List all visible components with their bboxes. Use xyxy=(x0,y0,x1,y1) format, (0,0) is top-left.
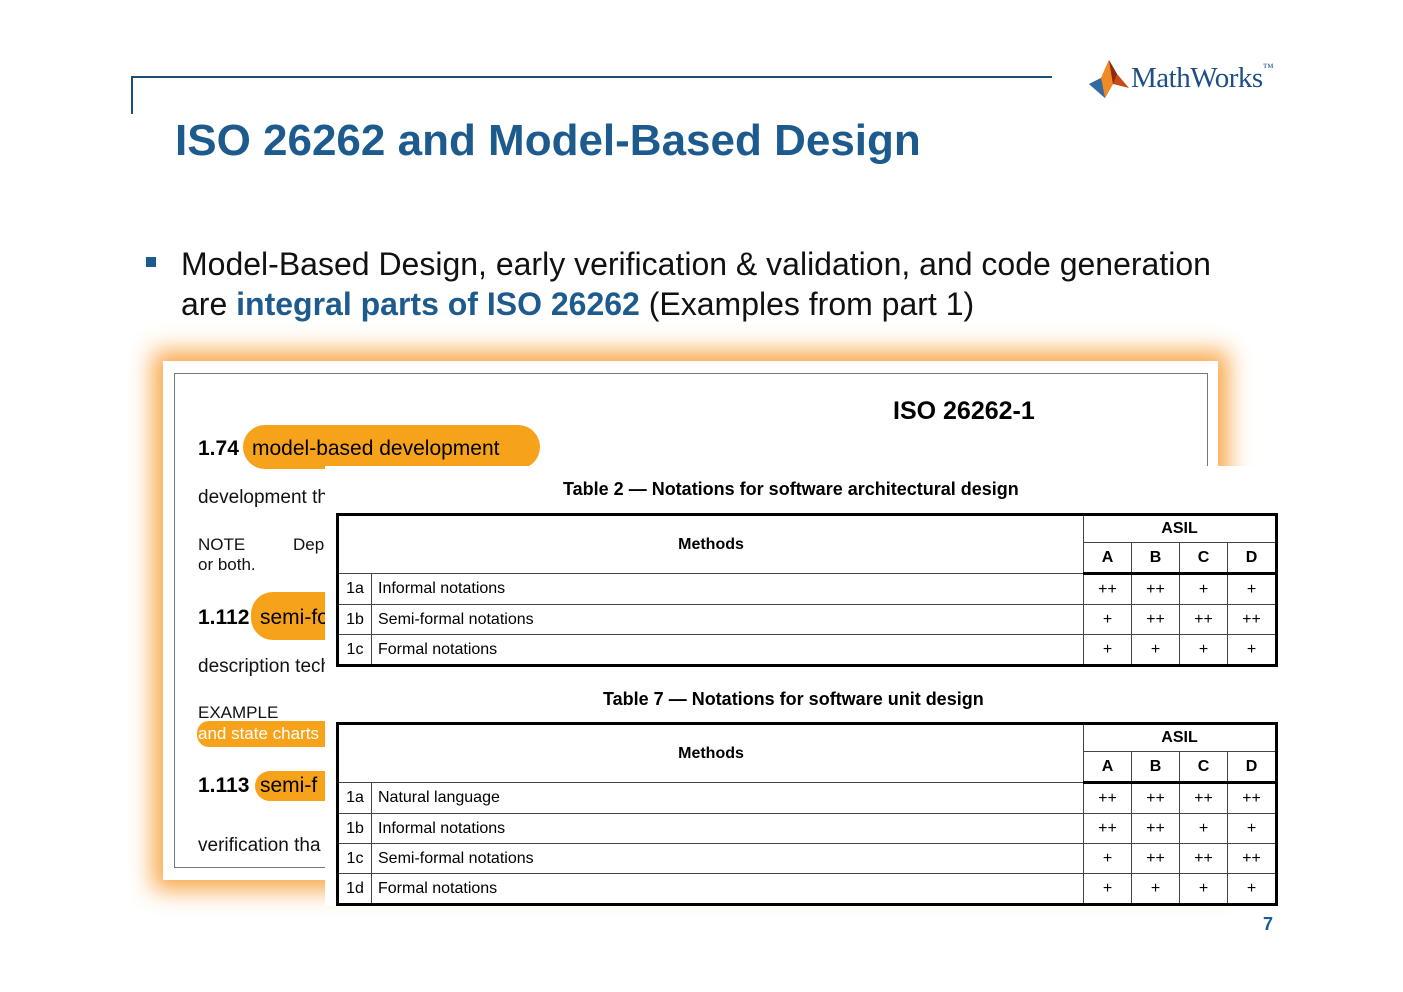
row-method: Semi-formal notations xyxy=(371,843,1084,874)
example-label: EXAMPLE xyxy=(198,703,279,722)
asil-level: B xyxy=(1131,542,1180,575)
row-value: + xyxy=(1131,873,1180,905)
row-method: Informal notations xyxy=(371,813,1084,844)
asil-level: D xyxy=(1227,751,1277,784)
asil-level: A xyxy=(1083,542,1132,575)
tables-overlay: Table 2 — Notations for software archite… xyxy=(325,466,1295,906)
slide-title: ISO 26262 and Model-Based Design xyxy=(175,116,921,165)
row-value: + xyxy=(1179,634,1228,666)
row-value: ++ xyxy=(1179,782,1228,814)
asil-level: A xyxy=(1083,751,1132,784)
row-value: ++ xyxy=(1227,782,1277,814)
page-number: 7 xyxy=(1263,914,1274,934)
term-name: semi-f xyxy=(260,774,318,797)
table-caption: Table 7 — Notations for software unit de… xyxy=(603,689,984,709)
row-value: ++ xyxy=(1083,813,1132,844)
example-text: and state charts xyxy=(198,724,319,743)
row-method: Natural language xyxy=(371,782,1084,814)
row-value: ++ xyxy=(1131,813,1180,844)
bullet-prefix: are xyxy=(181,286,237,322)
logo-text: MathWorks xyxy=(1131,62,1263,94)
row-id: 1c xyxy=(337,634,372,666)
term-number: 1.113 xyxy=(198,774,250,797)
mathworks-logo: MathWorks™ xyxy=(1087,58,1287,100)
row-value: ++ xyxy=(1131,604,1180,635)
asil-header: ASIL xyxy=(1083,723,1277,752)
asil-header: ASIL xyxy=(1083,514,1277,543)
table-row: 1a Informal notations ++ ++ + + xyxy=(337,573,1277,605)
asil-table: Methods ASIL A B C D 1a Natural language… xyxy=(336,722,1278,906)
row-value: ++ xyxy=(1131,843,1180,874)
row-value: + xyxy=(1227,573,1277,605)
row-id: 1b xyxy=(337,813,372,844)
table-row: 1c Semi-formal notations + ++ ++ ++ xyxy=(337,843,1277,874)
row-id: 1d xyxy=(337,873,372,905)
row-value: ++ xyxy=(1131,573,1180,605)
asil-table: Methods ASIL A B C D 1a Informal notatio… xyxy=(336,513,1278,667)
row-value: + xyxy=(1227,634,1277,666)
note-line2: or both. xyxy=(198,555,256,574)
row-value: ++ xyxy=(1227,604,1277,635)
asil-level: D xyxy=(1227,542,1277,575)
methods-header: Methods xyxy=(337,723,1084,783)
row-value: ++ xyxy=(1179,604,1228,635)
bullet-text: Model-Based Design, early verification &… xyxy=(181,244,1281,324)
row-value: + xyxy=(1227,873,1277,905)
row-value: + xyxy=(1083,604,1132,635)
row-value: ++ xyxy=(1179,843,1228,874)
row-value: + xyxy=(1083,873,1132,905)
trademark-mark: ™ xyxy=(1262,62,1274,74)
row-method: Semi-formal notations xyxy=(371,604,1084,635)
row-value: + xyxy=(1179,873,1228,905)
term-number: 1.74 xyxy=(198,437,239,460)
term-name: model-based development xyxy=(252,437,500,460)
asil-level: C xyxy=(1179,542,1228,575)
row-id: 1a xyxy=(337,573,372,605)
row-method: Informal notations xyxy=(371,573,1084,605)
row-value: + xyxy=(1179,573,1228,605)
membrane-icon xyxy=(1089,60,1129,98)
term-definition: verification tha xyxy=(198,835,321,856)
table-row: 1a Natural language ++ ++ ++ ++ xyxy=(337,782,1277,814)
document-reference: ISO 26262-1 xyxy=(893,397,1035,425)
bullet-highlight: integral parts of ISO 26262 xyxy=(236,286,640,322)
row-value: + xyxy=(1131,634,1180,666)
note-label: NOTE xyxy=(198,535,246,554)
row-id: 1c xyxy=(337,843,372,874)
term-name: semi-fo xyxy=(260,606,329,629)
row-value: ++ xyxy=(1083,782,1132,814)
row-value: + xyxy=(1083,634,1132,666)
row-value: ++ xyxy=(1131,782,1180,814)
row-id: 1b xyxy=(337,604,372,635)
row-value: + xyxy=(1227,813,1277,844)
row-value: ++ xyxy=(1227,843,1277,874)
table-row: 1b Informal notations ++ ++ + + xyxy=(337,813,1277,844)
term-definition: development th xyxy=(198,487,328,508)
row-method: Formal notations xyxy=(371,634,1084,666)
table-row: 1c Formal notations + + + + xyxy=(337,634,1277,666)
bullet-marker xyxy=(146,257,156,267)
row-id: 1a xyxy=(337,782,372,814)
asil-level: B xyxy=(1131,751,1180,784)
table-caption: Table 2 — Notations for software archite… xyxy=(563,479,1019,499)
term-number: 1.112 xyxy=(198,606,250,629)
term-definition: description tech xyxy=(198,656,332,677)
header-rule xyxy=(132,76,1052,78)
table-row: 1d Formal notations + + + + xyxy=(337,873,1277,905)
row-value: + xyxy=(1179,813,1228,844)
bullet-line1: Model-Based Design, early verification &… xyxy=(181,246,1211,282)
row-method: Formal notations xyxy=(371,873,1084,905)
asil-level: C xyxy=(1179,751,1228,784)
bullet-suffix: (Examples from part 1) xyxy=(639,286,975,322)
table-row: 1b Semi-formal notations + ++ ++ ++ xyxy=(337,604,1277,635)
row-value: ++ xyxy=(1083,573,1132,605)
header-rule-vertical xyxy=(131,76,133,114)
row-value: + xyxy=(1083,843,1132,874)
methods-header: Methods xyxy=(337,514,1084,574)
